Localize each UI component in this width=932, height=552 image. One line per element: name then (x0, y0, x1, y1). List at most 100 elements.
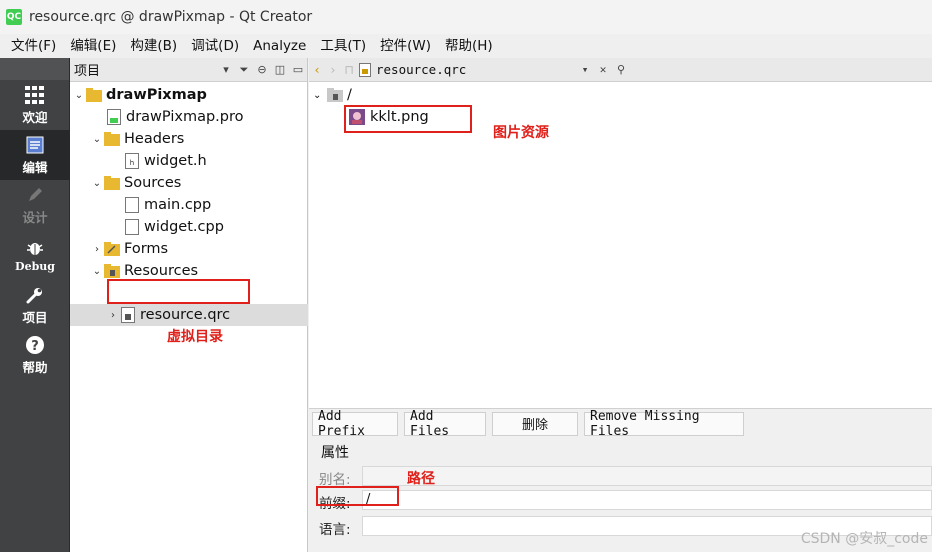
highlight-box-qrc (107, 279, 250, 304)
menu-edit[interactable]: 编辑(E) (63, 34, 123, 58)
header-file-icon: h (124, 153, 140, 169)
tree-item-label: drawPixmap (106, 87, 207, 103)
menu-widgets[interactable]: 控件(W) (373, 34, 438, 58)
delete-button[interactable]: 删除 (492, 411, 578, 436)
open-file-name[interactable]: resource.qrc (376, 62, 576, 77)
tree-item-widget-cpp[interactable]: widget.cpp (124, 216, 224, 238)
mode-welcome[interactable]: 欢迎 (0, 80, 70, 130)
folder-icon (104, 131, 120, 147)
tree-item-headers[interactable]: ⌄ Headers (90, 128, 185, 150)
prefix-root-row[interactable]: ⌄ / (313, 84, 352, 106)
prefix-label: / (347, 87, 352, 103)
tree-item-main-cpp[interactable]: main.cpp (124, 194, 211, 216)
menu-build[interactable]: 构建(B) (123, 34, 184, 58)
menu-tools[interactable]: 工具(T) (313, 34, 373, 58)
tree-item-label: Resources (124, 263, 199, 279)
menu-bar: 文件(F) 编辑(E) 构建(B) 调试(D) Analyze 工具(T) 控件… (0, 34, 932, 58)
pro-file-icon (106, 109, 122, 125)
link-icon[interactable]: ⊖ (255, 63, 269, 77)
tree-item-sources[interactable]: ⌄ Sources (90, 172, 182, 194)
cpp-file-icon (124, 219, 140, 235)
project-panel: 项目 ▾ ⏷ ⊖ ◫ ▭ ⌄ drawPixmap drawPixmap.pro… (70, 58, 308, 552)
menu-analyze[interactable]: Analyze (246, 34, 313, 58)
add-prefix-button[interactable]: Add Prefix (312, 409, 398, 439)
prefix-folder-icon (327, 88, 343, 102)
qrc-file-icon (357, 62, 373, 77)
back-arrow-icon[interactable]: ‹ (309, 62, 325, 77)
annotation-virtual-dir: 虚拟目录 (167, 329, 223, 345)
split-icon[interactable]: ◫ (273, 63, 287, 77)
close-file-icon[interactable]: ✕ (596, 63, 610, 77)
tree-item-label: Sources (124, 175, 182, 191)
annotation-path: 路径 (407, 471, 435, 487)
menu-help[interactable]: 帮助(H) (438, 34, 500, 58)
project-panel-toolbar: 项目 ▾ ⏷ ⊖ ◫ ▭ (70, 58, 307, 82)
project-folder-icon (86, 87, 102, 103)
chevron-right-icon[interactable]: › (90, 244, 104, 255)
tree-item-project[interactable]: ⌄ drawPixmap (72, 84, 207, 106)
grid-icon (24, 84, 46, 106)
qt-creator-window: QC resource.qrc @ drawPixmap - Qt Creato… (0, 0, 932, 552)
mode-help-label: 帮助 (22, 360, 48, 375)
resource-button-bar: Add Prefix Add Files 删除 Remove Missing F… (309, 408, 932, 439)
mode-help[interactable]: ? 帮助 (0, 330, 70, 380)
menu-file[interactable]: 文件(F) (4, 34, 63, 58)
prefix-field[interactable]: / (362, 490, 932, 510)
annotation-image-resource: 图片资源 (493, 125, 549, 141)
watermark: CSDN @安叔_code (800, 531, 928, 547)
tree-item-label: widget.cpp (144, 219, 224, 235)
properties-title: 属性 (321, 445, 349, 461)
help-icon: ? (24, 334, 46, 356)
mode-design[interactable]: 设计 (0, 180, 70, 230)
tree-item-resource-qrc[interactable]: › resource.qrc (106, 304, 230, 326)
wrench-icon (24, 284, 46, 306)
forward-arrow-icon[interactable]: › (325, 62, 341, 77)
tree-item-label: drawPixmap.pro (126, 109, 244, 125)
tree-item-widget-h[interactable]: h widget.h (124, 150, 207, 172)
lock-icon: ⊓ (344, 62, 354, 77)
tree-item-pro-file[interactable]: drawPixmap.pro (106, 106, 244, 128)
edit-icon (24, 134, 46, 156)
svg-text:?: ? (31, 339, 39, 354)
resources-folder-icon (104, 263, 120, 279)
chevron-down-icon[interactable]: ⌄ (313, 90, 327, 101)
mode-selector-bar: 欢迎 编辑 设计 Debug 项目 ? 帮助 (0, 58, 70, 552)
dropdown-arrow-icon[interactable]: ▾ (578, 63, 592, 77)
tree-item-label: resource.qrc (140, 307, 231, 323)
cpp-file-icon (124, 197, 140, 213)
chevron-down-icon[interactable]: ⌄ (90, 178, 104, 189)
title-bar: QC resource.qrc @ drawPixmap - Qt Creato… (0, 0, 932, 34)
mode-projects[interactable]: 项目 (0, 280, 70, 330)
dropdown-arrow-icon[interactable]: ▾ (219, 63, 233, 77)
chevron-down-icon[interactable]: ⌄ (72, 90, 86, 101)
tree-item-label: Headers (124, 131, 185, 147)
split-editor-icon[interactable]: ⚲ (614, 63, 628, 77)
alias-field[interactable] (362, 466, 932, 486)
folder-icon (104, 175, 120, 191)
chevron-down-icon[interactable]: ⌄ (90, 266, 104, 277)
mode-projects-label: 项目 (22, 310, 48, 325)
project-panel-title[interactable]: 项目 (74, 60, 217, 79)
language-label: 语言: (319, 522, 351, 538)
mode-debug[interactable]: Debug (0, 230, 70, 280)
editor-toolbar: ‹ › ⊓ resource.qrc ▾ ✕ ⚲ (309, 58, 932, 82)
close-pane-icon[interactable]: ▭ (291, 63, 305, 77)
remove-missing-files-button[interactable]: Remove Missing Files (584, 409, 744, 439)
qrc-file-icon (120, 307, 136, 323)
mode-welcome-label: 欢迎 (22, 110, 48, 125)
add-files-button[interactable]: Add Files (404, 409, 486, 439)
tree-item-label: widget.h (144, 153, 207, 169)
window-title: resource.qrc @ drawPixmap - Qt Creator (29, 9, 313, 25)
mode-debug-label: Debug (15, 260, 55, 273)
pencil-icon (24, 184, 46, 206)
forms-folder-icon (104, 241, 120, 257)
filter-icon[interactable]: ⏷ (237, 63, 251, 77)
menu-debug[interactable]: 调试(D) (184, 34, 246, 58)
qt-creator-logo-icon: QC (6, 9, 22, 25)
tree-item-forms[interactable]: › Forms (90, 238, 168, 260)
tree-item-label: Forms (124, 241, 169, 257)
chevron-right-icon[interactable]: › (106, 310, 120, 321)
highlight-box-prefix (316, 486, 399, 506)
mode-edit[interactable]: 编辑 (0, 130, 70, 180)
chevron-down-icon[interactable]: ⌄ (90, 134, 104, 145)
